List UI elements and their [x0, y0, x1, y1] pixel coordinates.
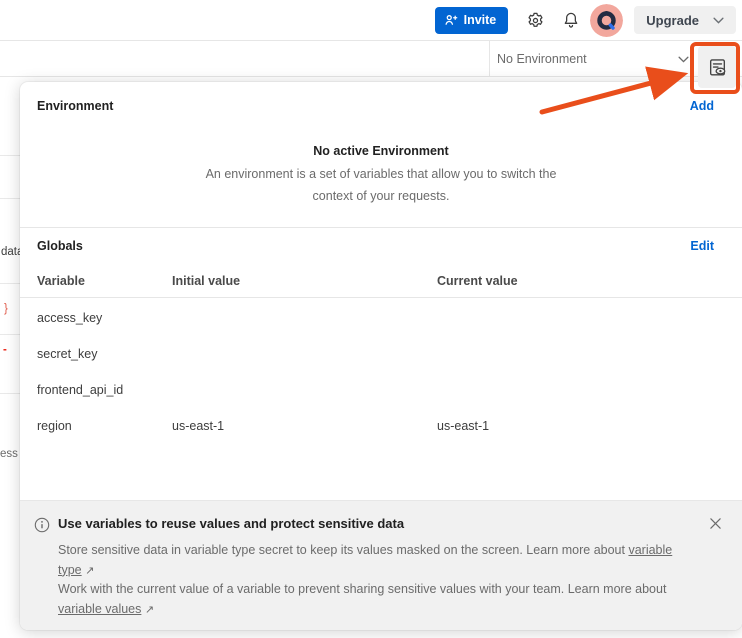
edit-globals-link[interactable]: Edit: [690, 239, 714, 253]
column-header-current-value: Current value: [437, 274, 518, 288]
top-header-bar: Invite Upgrade: [0, 0, 742, 41]
gear-icon: [526, 11, 545, 30]
globals-section-title: Globals: [37, 239, 83, 253]
environment-selector-dropdown[interactable]: No Environment: [497, 41, 689, 77]
environment-selector-label: No Environment: [497, 52, 587, 66]
upgrade-label: Upgrade: [646, 13, 699, 28]
banner-paragraph-2: Work with the current value of a variabl…: [58, 580, 683, 619]
variables-info-banner: Use variables to reuse values and protec…: [20, 500, 742, 630]
section-divider: [20, 227, 742, 228]
environment-quick-look-button[interactable]: [698, 46, 736, 88]
bell-icon: [562, 11, 580, 29]
invite-button[interactable]: Invite: [435, 7, 509, 34]
bg-row-divider: [0, 155, 20, 156]
variable-name: region: [37, 419, 72, 433]
bg-text-fragment: data: [1, 246, 20, 258]
bg-row-divider: [0, 198, 20, 199]
environment-quick-look-icon: [707, 57, 728, 78]
bg-row-divider: [0, 393, 20, 394]
banner-text-1: Store sensitive data in variable type se…: [58, 543, 625, 557]
banner-paragraph-1: Store sensitive data in variable type se…: [58, 541, 683, 580]
external-link-icon: ↗: [85, 564, 94, 577]
variable-values-link[interactable]: variable values: [58, 602, 141, 616]
environment-description-line2: context of your requests.: [20, 189, 742, 203]
invite-label: Invite: [464, 13, 497, 27]
column-header-variable: Variable: [37, 274, 85, 288]
banner-text-2: Work with the current value of a variabl…: [58, 582, 666, 596]
banner-title: Use variables to reuse values and protec…: [58, 516, 709, 531]
column-header-initial-value: Initial value: [172, 274, 240, 288]
variable-name: secret_key: [37, 347, 97, 361]
no-active-environment-title: No active Environment: [20, 144, 742, 158]
close-icon: [709, 517, 722, 530]
bg-text-fragment: -: [3, 344, 7, 356]
external-link-icon: ↗: [145, 603, 154, 616]
variable-name: access_key: [37, 311, 102, 325]
settings-button[interactable]: [520, 5, 550, 35]
add-environment-link[interactable]: Add: [690, 99, 714, 113]
variable-name: frontend_api_id: [37, 383, 123, 397]
bg-row-divider: [0, 283, 20, 284]
info-icon: [34, 517, 50, 533]
environment-bar: No Environment: [0, 41, 742, 77]
environment-section-title: Environment: [37, 99, 113, 113]
person-add-icon: [444, 13, 458, 27]
bg-text-fragment: ess: [0, 448, 18, 460]
bg-row-divider: [0, 334, 20, 335]
bg-text-fragment: }: [4, 303, 8, 315]
environment-quick-look-panel: Environment Add No active Environment An…: [20, 82, 742, 630]
environment-description-line1: An environment is a set of variables tha…: [20, 167, 742, 181]
initial-value: us-east-1: [172, 419, 224, 433]
close-banner-button[interactable]: [709, 517, 722, 530]
upgrade-button[interactable]: Upgrade: [634, 6, 736, 34]
notifications-button[interactable]: [556, 5, 586, 35]
current-value: us-east-1: [437, 419, 489, 433]
envbar-divider: [489, 41, 490, 76]
table-header-divider: [20, 297, 742, 298]
user-avatar[interactable]: [590, 4, 623, 37]
chevron-down-icon: [678, 56, 689, 63]
chevron-down-icon: [713, 17, 724, 24]
